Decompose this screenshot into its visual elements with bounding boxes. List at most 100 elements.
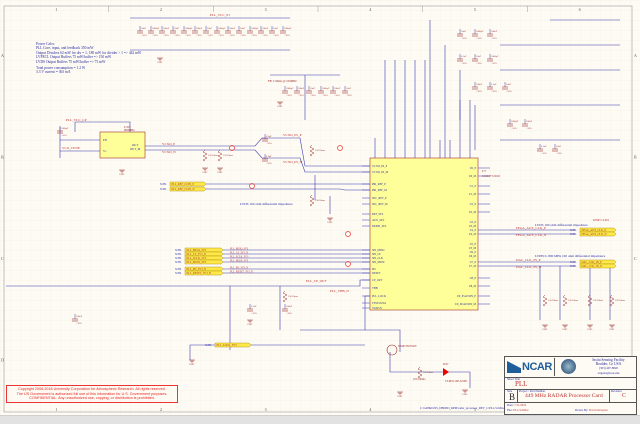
net-dac-p: DAC_CLK_IN_P — [516, 258, 541, 262]
svg-text:150 Ohms: 150 Ohms — [423, 371, 433, 374]
svg-text:1000pF: 1000pF — [286, 87, 294, 90]
dnp-label: DNP CLKS — [593, 218, 609, 222]
svg-text:+10%: +10% — [273, 34, 279, 37]
svg-text:1000pF: 1000pF — [61, 127, 69, 130]
svg-text:+10%: +10% — [322, 94, 328, 97]
svg-text:+10%: +10% — [461, 62, 467, 65]
svg-text:100nF: 100nF — [334, 87, 341, 90]
svg-text:GND: GND — [277, 105, 282, 108]
svg-text:10uF: 10uF — [174, 27, 180, 30]
ic-pin-label: U5_M — [469, 247, 477, 250]
svg-text:+10%: +10% — [266, 162, 272, 165]
ic-pin-label: SEC_REF_M — [372, 203, 388, 206]
ic-pin-label: AUX_SEL — [372, 219, 385, 222]
svg-text:10uF: 10uF — [273, 27, 279, 30]
power-notes: Power Calcs: PLL Core, input, and feedba… — [36, 42, 141, 75]
ic-pin-label: STATUS — [372, 307, 382, 310]
svg-text:100nF: 100nF — [298, 87, 305, 90]
power-note-line: 3.3 V current = 365 mA — [36, 70, 71, 75]
drawn-by-label: Drawn By: — [575, 408, 589, 412]
ic-pin-label: U0_P — [470, 167, 477, 170]
border-col-label: 1 — [55, 407, 57, 412]
date-value: 7/11/2022 — [514, 403, 527, 407]
svg-text:+10%: +10% — [266, 142, 272, 145]
svg-text:PLL_CS_3V3_N: PLL_CS_3V3_N — [187, 253, 206, 256]
ic-pin-label: PLL_LOCK — [372, 295, 386, 298]
ic-pin-label: U1_P — [470, 185, 477, 188]
net-vbb: PLL_VBB_N — [330, 289, 349, 293]
svg-text:10uF: 10uF — [556, 145, 562, 148]
schematic-sheet: 112233445566AABBCCDD U? CDCE72010 VCXO_I… — [0, 0, 640, 415]
ic-pin-label: U0_M — [469, 175, 477, 178]
border-col-label: 3 — [265, 7, 267, 12]
svg-text:100nF: 100nF — [491, 30, 498, 33]
ic-pin-label: SPI_MISO — [372, 249, 384, 252]
svg-text:0.1uF: 0.1uF — [461, 55, 467, 58]
net-vcxo-p: VCXO_P — [162, 142, 175, 146]
svg-text:10uF: 10uF — [240, 27, 246, 30]
net-pll-vcc2: PLL_VCC_P1 — [210, 13, 230, 17]
svg-text:+10%: +10% — [334, 94, 340, 97]
sheet-title: PLL — [515, 380, 528, 388]
copyright-line: CONFIDENTIAL. Any unauthorized use, copy… — [29, 396, 155, 401]
facility-email: zrtgeuu@ucar.edu — [597, 370, 620, 375]
svg-text:1000pF: 1000pF — [491, 55, 499, 58]
svg-text:100nF: 100nF — [286, 305, 293, 308]
svg-text:1000pF: 1000pF — [185, 27, 193, 30]
net-cp-out: PLL_CP_OUT — [306, 279, 327, 283]
net-label-spi: PLL_MISO_3V3 — [230, 247, 249, 250]
led-ref: D47 — [443, 362, 449, 366]
svg-text:+10%: +10% — [511, 127, 517, 130]
border-col-label: 4 — [369, 7, 371, 12]
svg-text:10uF: 10uF — [310, 87, 316, 90]
border-col-label: 2 — [160, 407, 162, 412]
ic-pin-label: PRI_REF_P — [372, 183, 386, 186]
svg-text:+10%: +10% — [196, 34, 202, 37]
ic-pin-label: PRI_REF_M — [372, 189, 387, 192]
svg-text:10uF: 10uF — [207, 27, 213, 30]
ferrite-value: FB 1 Ohms @ 100MHz — [268, 79, 297, 83]
svg-text:+10%: +10% — [476, 90, 482, 93]
ic-pin-label: U3_P — [470, 221, 477, 224]
ic-pin-label: U7_P — [470, 261, 477, 264]
svg-text:150 Ohms: 150 Ohms — [568, 299, 578, 302]
svg-text:+10%: +10% — [541, 152, 547, 155]
net-dac-n: DAC_CLK_IN_N — [516, 265, 542, 269]
border-col-label: 5 — [474, 7, 476, 12]
ic-pin-label: U6_M — [469, 255, 477, 258]
ic-pin-label: U2_M — [469, 211, 477, 214]
svg-text:1000pF: 1000pF — [511, 120, 519, 123]
svg-text:DAC_CLK_IN_N: DAC_CLK_IN_N — [582, 265, 603, 268]
svg-text:+10%: +10% — [163, 34, 169, 37]
net-label-spi: PLL_SCLK_3V3 — [230, 255, 249, 258]
net-vcxo-tune: VCO_TUNE — [62, 146, 80, 150]
oscillator-body[interactable] — [99, 131, 146, 159]
ic-pin-label: SPI_MOSI — [372, 261, 385, 264]
pll-ic-body[interactable] — [369, 157, 479, 311]
svg-text:SCHL: SCHL — [175, 261, 182, 264]
svg-text:+10%: +10% — [251, 34, 257, 37]
ic-pin-label: SPI_CLK — [372, 257, 383, 260]
svg-text:100nF: 100nF — [196, 27, 203, 30]
svg-text:+10%: +10% — [476, 37, 482, 40]
osc-pin-outm: OUT_M — [130, 147, 141, 151]
border-row-label: A — [634, 53, 637, 58]
border-col-label: 6 — [579, 7, 581, 12]
svg-text:PLL_REF_CCIN_P: PLL_REF_CCIN_P — [172, 183, 195, 186]
svg-text:+10%: +10% — [491, 37, 497, 40]
svg-text:150 Ohms: 150 Ohms — [615, 299, 625, 302]
border-row-label: B — [634, 154, 637, 159]
svg-text:SCHL: SCHL — [175, 268, 182, 271]
svg-text:GND: GND — [157, 61, 162, 64]
net-vcxo-n: VCXO_N — [162, 150, 176, 154]
net-label-spi: PLL_MOSI_3V3 — [230, 259, 249, 262]
svg-text:GND: GND — [247, 323, 252, 326]
ncar-logo: NCAR — [506, 358, 555, 376]
ic-pin-label: VCXO_IN_P — [372, 165, 388, 168]
ic-pin-label: U1_M — [469, 193, 477, 196]
border-col-label: 4 — [369, 407, 371, 412]
svg-text:+10%: +10% — [229, 34, 235, 37]
oscillator-part: 800MHz — [124, 128, 135, 132]
svg-text:+10%: +10% — [556, 152, 562, 155]
svg-text:0.1uF: 0.1uF — [251, 305, 257, 308]
